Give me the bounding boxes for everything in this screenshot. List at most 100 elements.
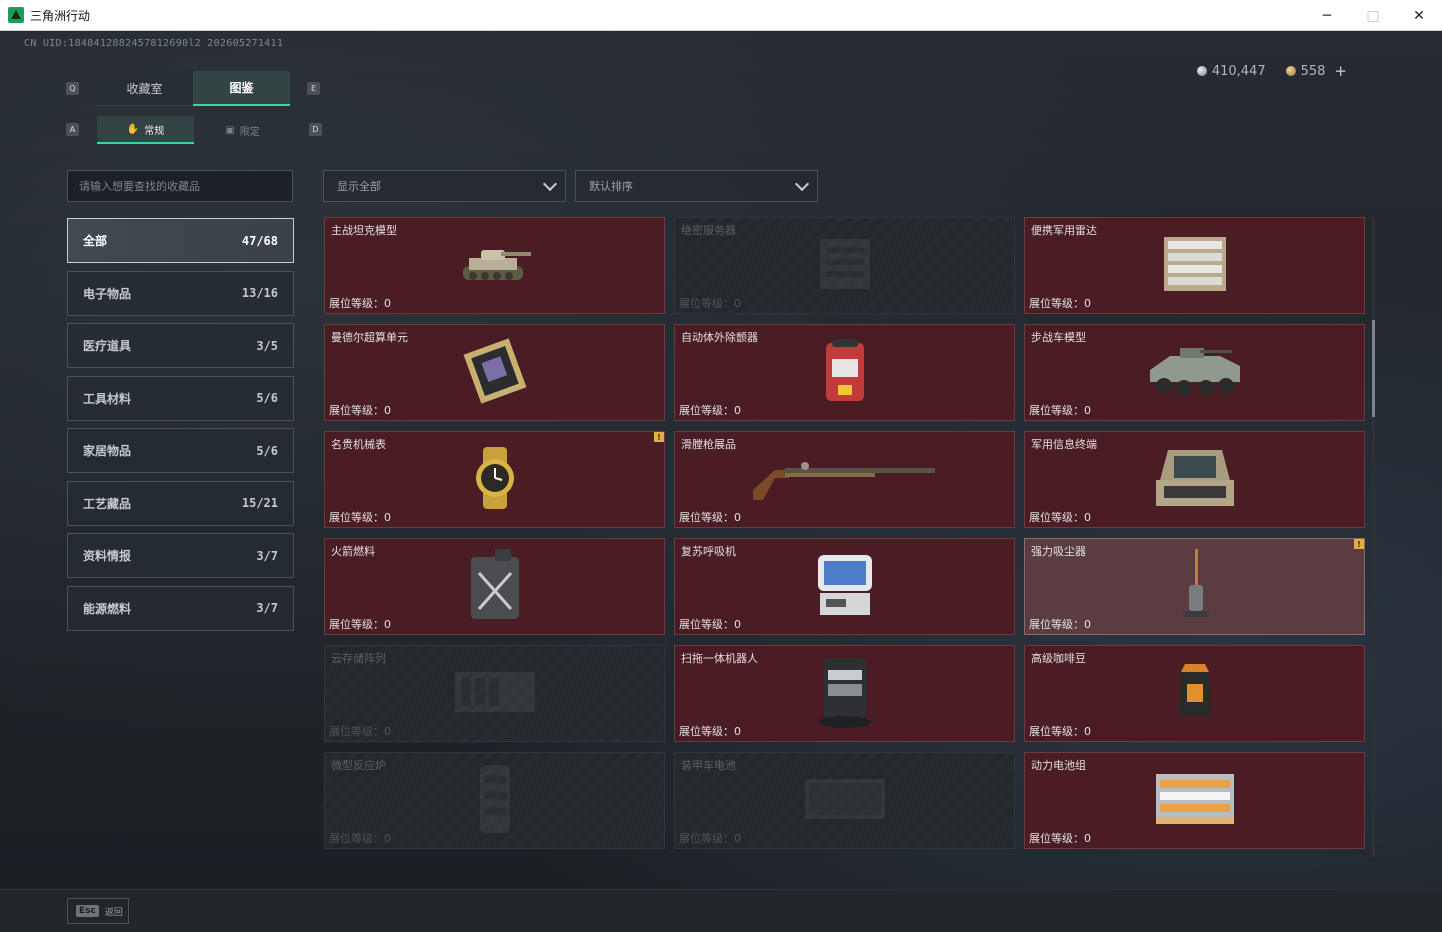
vacuum-icon [1175,545,1215,629]
server-icon [810,229,880,303]
category-label: 全部 [83,234,108,248]
window-controls: ─ □ ✕ [1304,0,1442,31]
chip-icon [457,335,533,411]
gold-amount: 558 [1300,63,1326,79]
category-intel[interactable]: 资料情报 3/7 [67,533,294,578]
subtab-regular[interactable]: ✋ 常规 [97,116,194,144]
subtab-limited-label: 限定 [239,126,260,138]
coffee-bag-icon [1175,662,1215,726]
sort-dropdown[interactable]: 默认排序 [575,170,818,202]
category-medical[interactable]: 医疗道具 3/5 [67,323,294,368]
item-name: 扫拖一体机器人 [681,652,758,665]
item-display-level: 展位等级：0 [329,725,391,738]
item-card[interactable]: 云存储阵列 展位等级：0 [324,645,665,742]
item-grid: 主战坦克模型 展位等级：0 绝密服务器 展位等级：0 便携军用雷达 展位等级：0 曼德尔超算… [323,217,1366,857]
category-energy[interactable]: 能源燃料 3/7 [67,585,294,631]
tab-collection-room[interactable]: 收藏室 [96,71,193,106]
hand-icon: ✋ [126,123,140,135]
reactor-icon [470,761,520,841]
item-display-level: 展位等级：0 [1029,297,1091,310]
back-label: 返回 [104,907,123,918]
silver-currency: 410,447 [1196,63,1266,79]
item-card[interactable]: 步战车模型 展位等级：0 [1024,324,1365,421]
item-card[interactable]: 便携军用雷达 展位等级：0 [1024,217,1365,314]
category-count: 3/7 [256,601,278,615]
item-card[interactable]: 复苏呼吸机 展位等级：0 [674,538,1015,635]
ifv-icon [1140,336,1250,410]
item-name: 微型反应炉 [331,759,386,772]
item-card[interactable]: 自动体外除颤器 展位等级：0 [674,324,1015,421]
category-count: 47/68 [241,233,278,248]
item-card[interactable]: 名贵机械表 展位等级：0! [324,431,665,528]
item-display-level: 展位等级：0 [679,832,741,845]
item-card[interactable]: 动力电池组 展位等级：0 [1024,752,1365,849]
gold-coin-icon [1285,66,1296,76]
category-count: 3/5 [256,338,278,353]
add-currency-button[interactable]: + [1334,62,1347,80]
maximize-button[interactable]: □ [1350,0,1396,31]
category-list: 全部 47/68 电子物品 13/16 医疗道具 3/5 工具材料 5/6 家居… [67,218,294,638]
radar-icon [1158,231,1232,301]
item-display-level: 展位等级：0 [679,404,741,417]
item-card[interactable]: 曼德尔超算单元 展位等级：0 [324,324,665,421]
item-name: 滑膛枪展品 [681,438,736,451]
item-card[interactable]: 强力吸尘器 展位等级：0! [1024,538,1365,635]
category-label: 家居物品 [83,444,132,458]
storage-icon [445,662,545,726]
category-tools[interactable]: 工具材料 5/6 [67,375,294,421]
key-hint-d: D [309,123,322,136]
item-card[interactable]: 火箭燃料展位等级：0 [324,538,665,635]
fuel-can-icon [465,547,525,627]
currency-bar: 410,447 558 + [1196,62,1347,80]
item-card[interactable]: 主战坦克模型 展位等级：0 [324,217,665,314]
defibrillator-icon [820,335,870,411]
item-card[interactable]: 微型反应炉展位等级：0 [324,752,665,849]
category-household[interactable]: 家居物品 5/6 [67,428,294,473]
item-display-level: 展位等级：0 [329,618,391,631]
back-button[interactable]: Esc 返回 [67,898,129,924]
tank-icon [455,232,535,300]
category-count: 5/6 [256,391,278,405]
item-name: 绝密服务器 [681,224,736,237]
close-button[interactable]: ✕ [1396,0,1442,31]
filter-dropdown[interactable]: 显示全部 [323,170,566,202]
tab-codex[interactable]: 图鉴 [193,71,290,106]
silver-coin-icon [1196,66,1207,76]
grid-scrollbar[interactable] [1372,217,1375,857]
item-name: 火箭燃料 [331,545,375,558]
minimize-button[interactable]: ─ [1304,0,1350,31]
item-name: 高级咖啡豆 [1031,652,1086,665]
item-card[interactable]: 装甲车电池展位等级：0 [674,752,1015,849]
sort-dropdown-label: 默认排序 [589,180,633,193]
item-name: 便携军用雷达 [1031,224,1097,237]
subtab-limited[interactable]: ▣ 限定 [194,116,291,144]
item-display-level: 展位等级：0 [329,832,391,845]
item-name: 装甲车电池 [681,759,736,772]
bottom-bar: Esc 返回 [0,889,1442,932]
search-input[interactable]: 请输入想要查找的收藏品 [67,170,293,202]
item-card[interactable]: 绝密服务器 展位等级：0 [674,217,1015,314]
category-label: 工艺藏品 [83,496,132,511]
item-name: 军用信息终端 [1031,438,1097,451]
category-electronics[interactable]: 电子物品 13/16 [67,270,294,316]
image-icon: ▣ [225,124,235,136]
category-crafts[interactable]: 工艺藏品 15/21 [67,480,294,526]
category-all[interactable]: 全部 47/68 [67,218,294,263]
scroll-thumb[interactable] [1372,320,1375,417]
item-card[interactable]: 扫拖一体机器人 展位等级：0 [674,645,1015,742]
category-label: 能源燃料 [83,601,132,616]
item-display-level: 展位等级：0 [1029,404,1091,417]
key-hint-a: A [66,123,79,136]
category-count: 3/7 [256,548,278,563]
sub-tabs: ✋ 常规 ▣ 限定 [97,116,292,144]
item-card[interactable]: 滑膛枪展品 展位等级：0 [674,431,1015,528]
item-card[interactable]: 军用信息终端 展位等级：0 [1024,431,1365,528]
window-title: 三角洲行动 [30,8,91,23]
silver-amount: 410,447 [1211,63,1266,79]
main-tabs: 收藏室 图鉴 [96,71,291,106]
item-display-level: 展位等级：0 [679,618,741,631]
item-name: 自动体外除颤器 [681,331,758,344]
item-card[interactable]: 高级咖啡豆 展位等级：0 [1024,645,1365,742]
item-display-level: 展位等级：0 [679,725,741,738]
app-logo-icon [8,7,24,23]
